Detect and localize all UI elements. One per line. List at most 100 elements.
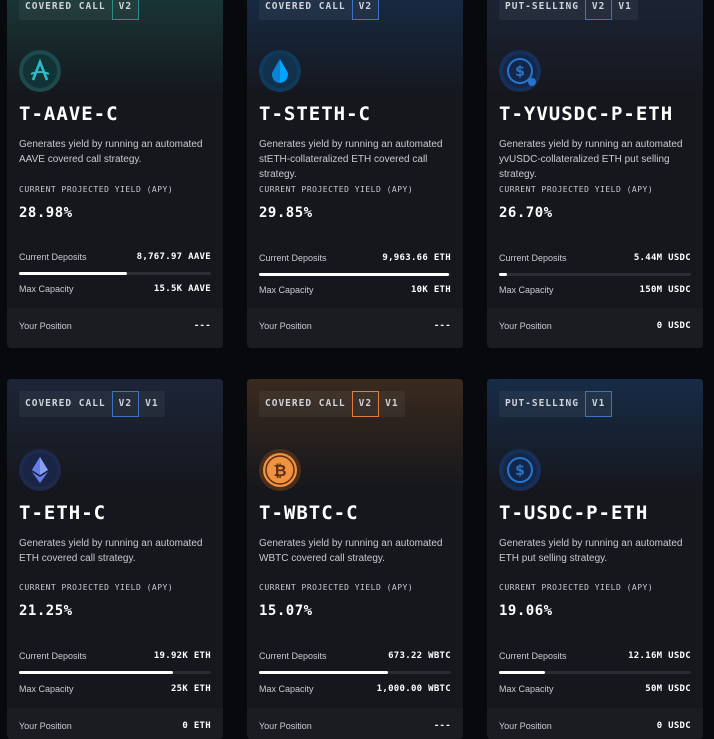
deposits-label: Current Deposits (499, 651, 567, 661)
steth-icon (259, 50, 301, 92)
capacity-bar-fill (499, 671, 546, 674)
tag-group: COVERED CALL V2 (259, 0, 380, 20)
position-label: Your Position (19, 721, 72, 731)
version-tag-v2[interactable]: V2 (111, 391, 140, 417)
vault-card-wbtc[interactable]: COVERED CALL V2 V1 ₿ T-WBTC-C Generates … (247, 379, 463, 739)
strategy-tag: COVERED CALL (259, 0, 352, 20)
tag-group: COVERED CALL V2 (19, 0, 140, 20)
apy-value: 29.85% (259, 205, 313, 221)
capacity-label: Max Capacity (19, 284, 74, 294)
deposits-label: Current Deposits (259, 253, 327, 263)
vault-description: Generates yield by running an automated … (259, 538, 443, 564)
apy-label: CURRENT PROJECTED YIELD (APY) (19, 185, 174, 194)
position-label: Your Position (259, 721, 312, 731)
position-value: --- (433, 321, 451, 331)
vault-ticker: T-USDC-P-ETH (499, 502, 649, 524)
capacity-bar-fill (259, 273, 450, 276)
position-value: 0 USDC (656, 721, 691, 731)
tag-group: PUT-SELLING V2 V1 (499, 0, 638, 20)
vault-ticker: T-YVUSDC-P-ETH (499, 103, 674, 125)
position-value: --- (433, 721, 451, 731)
vault-card-usdc[interactable]: PUT-SELLING V1 $ T-USDC-P-ETH Generates … (487, 379, 703, 739)
capacity-label: Max Capacity (259, 684, 314, 694)
capacity-bar (499, 671, 691, 674)
deposits-value: 673.22 WBTC (388, 651, 451, 661)
vault-card-eth[interactable]: COVERED CALL V2 V1 T-ETH-C Generates yie… (7, 379, 223, 739)
apy-value: 15.07% (259, 603, 313, 619)
apy-label: CURRENT PROJECTED YIELD (APY) (499, 583, 654, 592)
vault-description: Generates yield by running an automated … (19, 139, 203, 165)
position-value: 0 USDC (656, 321, 691, 331)
capacity-bar-fill (19, 671, 173, 674)
vault-ticker: T-STETH-C (259, 103, 371, 125)
capacity-value: 1,000.00 WBTC (376, 684, 451, 694)
apy-value: 19.06% (499, 603, 553, 619)
apy-value: 28.98% (19, 205, 73, 221)
capacity-bar (19, 272, 211, 275)
apy-label: CURRENT PROJECTED YIELD (APY) (19, 583, 174, 592)
vault-description: Generates yield by running an automated … (19, 538, 203, 564)
apy-label: CURRENT PROJECTED YIELD (APY) (259, 583, 414, 592)
apy-label: CURRENT PROJECTED YIELD (APY) (499, 185, 654, 194)
version-tag-v1[interactable]: V1 (379, 391, 405, 417)
vault-ticker: T-AAVE-C (19, 103, 119, 125)
apy-value: 21.25% (19, 603, 73, 619)
usdc-icon: $ (499, 449, 541, 491)
position-row: Your Position 0 USDC (487, 708, 703, 739)
deposits-label: Current Deposits (19, 252, 87, 262)
capacity-value: 150M USDC (639, 285, 691, 295)
vault-ticker: T-WBTC-C (259, 502, 359, 524)
strategy-tag: PUT-SELLING (499, 0, 585, 20)
vault-description: Generates yield by running an automated … (259, 139, 443, 180)
capacity-bar-fill (499, 273, 507, 276)
deposits-label: Current Deposits (259, 651, 327, 661)
strategy-tag: COVERED CALL (259, 391, 352, 417)
vault-card-aave[interactable]: COVERED CALL V2 T-AAVE-C Generates yield… (7, 0, 223, 348)
version-tag-v1[interactable]: V1 (139, 391, 165, 417)
capacity-label: Max Capacity (499, 684, 554, 694)
apy-label: CURRENT PROJECTED YIELD (APY) (259, 185, 414, 194)
version-tag-v2[interactable]: V2 (584, 0, 613, 20)
tag-group: COVERED CALL V2 V1 (19, 391, 165, 417)
bitcoin-icon: ₿ (259, 449, 301, 491)
version-tag-v2[interactable]: V2 (111, 0, 140, 20)
deposits-label: Current Deposits (499, 253, 567, 263)
version-tag-v1[interactable]: V1 (584, 391, 613, 417)
capacity-value: 10K ETH (410, 285, 451, 295)
tag-group: COVERED CALL V2 V1 (259, 391, 405, 417)
position-value: --- (193, 321, 211, 331)
deposits-value: 12.16M USDC (628, 651, 691, 661)
svg-text:₿: ₿ (273, 461, 286, 480)
version-tag-v2[interactable]: V2 (351, 0, 380, 20)
vault-description: Generates yield by running an automated … (499, 538, 683, 564)
version-tag-v2[interactable]: V2 (351, 391, 380, 417)
vault-description: Generates yield by running an automated … (499, 139, 683, 180)
strategy-tag: COVERED CALL (19, 0, 112, 20)
deposits-value: 8,767.97 AAVE (136, 252, 211, 262)
strategy-tag: PUT-SELLING (499, 391, 585, 417)
version-tag-v1[interactable]: V1 (612, 0, 638, 20)
capacity-bar (259, 273, 451, 276)
vault-card-yvusdc[interactable]: PUT-SELLING V2 V1 $ T-YVUSDC-P-ETH Gener… (487, 0, 703, 348)
deposits-value: 19.92K ETH (153, 651, 211, 661)
strategy-tag: COVERED CALL (19, 391, 112, 417)
svg-text:$: $ (515, 463, 525, 479)
position-value: 0 ETH (182, 721, 211, 731)
usdc-icon: $ (499, 50, 541, 92)
capacity-label: Max Capacity (259, 285, 314, 295)
position-row: Your Position --- (7, 308, 223, 348)
deposits-value: 5.44M USDC (633, 253, 691, 263)
capacity-bar-fill (259, 671, 388, 674)
position-label: Your Position (19, 321, 72, 331)
vault-ticker: T-ETH-C (19, 502, 107, 524)
position-row: Your Position --- (247, 708, 463, 739)
deposits-label: Current Deposits (19, 651, 87, 661)
vault-card-steth[interactable]: COVERED CALL V2 T-STETH-C Generates yiel… (247, 0, 463, 348)
deposits-value: 9,963.66 ETH (382, 253, 451, 263)
capacity-value: 50M USDC (645, 684, 691, 694)
position-row: Your Position --- (247, 308, 463, 348)
position-label: Your Position (499, 721, 552, 731)
position-row: Your Position 0 USDC (487, 308, 703, 348)
apy-value: 26.70% (499, 205, 553, 221)
position-label: Your Position (499, 321, 552, 331)
